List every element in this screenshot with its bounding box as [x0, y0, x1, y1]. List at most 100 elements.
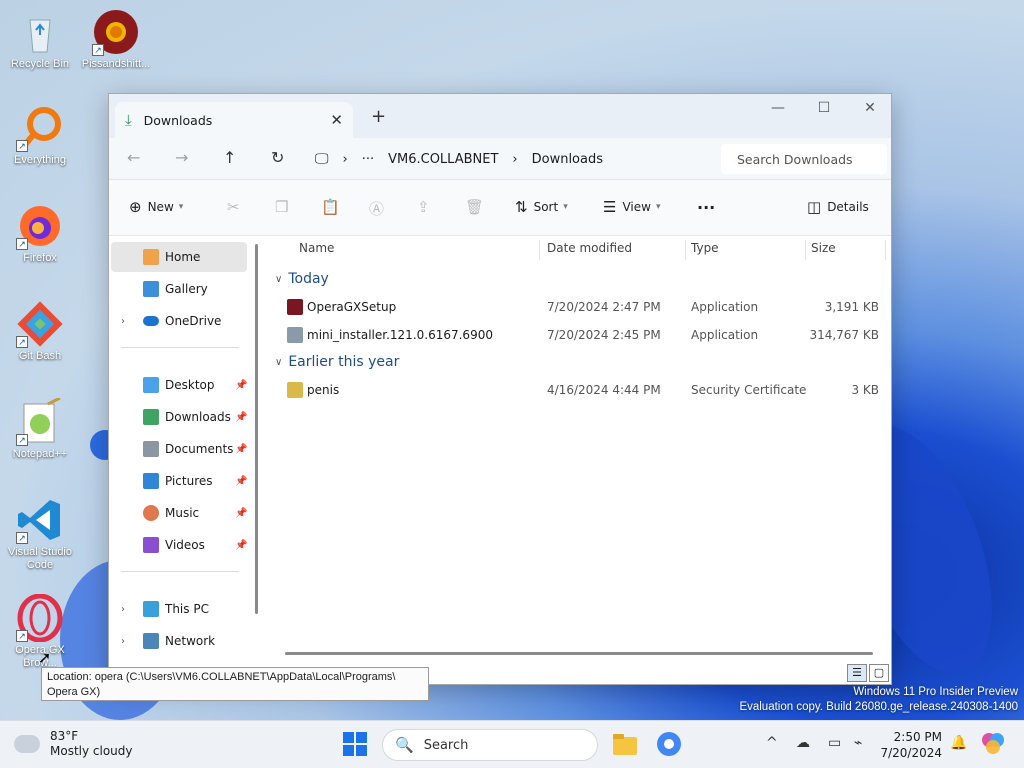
notepad-plus-plus-icon: ↗ [16, 396, 64, 446]
desktop-icon-chrome-shortcut[interactable]: ↗ Pissandshitt... [78, 8, 154, 71]
display-icon[interactable]: ▭ [828, 735, 841, 751]
desktop-icon-firefox[interactable]: ↗ Firefox [2, 202, 78, 265]
close-tab-icon[interactable]: ✕ [330, 111, 343, 129]
pin-icon[interactable]: 📌 [235, 540, 247, 551]
sidebar-item-label: Pictures [165, 474, 213, 488]
desktop-icon-git-bash[interactable]: ↗ Git Bash [2, 300, 78, 363]
file-size: 3 KB [851, 383, 879, 397]
cut-button[interactable]: ✂ [227, 198, 240, 216]
group-header-earlier-this-year[interactable]: ∨ Earlier this year [275, 354, 399, 370]
vscode-icon: ↗ [16, 496, 64, 544]
share-button[interactable]: ⇪ [417, 198, 430, 216]
column-header-date[interactable]: Date modified [547, 241, 632, 255]
taskbar-search[interactable]: 🔍 Search [382, 729, 598, 761]
file-date: 7/20/2024 2:47 PM [547, 300, 661, 314]
firefox-icon: ↗ [16, 202, 64, 250]
horizontal-scrollbar[interactable] [285, 652, 873, 655]
weather-condition: Mostly cloudy [50, 744, 133, 758]
show-hidden-icons-chevron-up-icon[interactable]: ^ [766, 735, 778, 751]
details-view-icon[interactable]: ☰ [847, 664, 867, 682]
column-divider[interactable] [885, 240, 886, 260]
column-divider[interactable] [539, 240, 540, 260]
minimize-button[interactable]: — [763, 100, 793, 116]
file-row[interactable]: penis 4/16/2024 4:44 PM Security Certifi… [267, 378, 887, 402]
address-bar[interactable]: 🖵 › ··· VM6.COLLABNET › Downloads [315, 144, 715, 174]
desktop-icon-vscode[interactable]: ↗ Visual Studio Code [2, 496, 78, 572]
desktop-icon-everything[interactable]: ↗ Everything [2, 104, 78, 167]
sidebar-item-label: Downloads [165, 410, 231, 424]
start-button[interactable] [342, 731, 370, 759]
sidebar-item-desktop[interactable]: Desktop 📌 [111, 370, 247, 400]
new-tab-button[interactable]: + [371, 106, 386, 127]
rename-button[interactable]: Ⓐ [369, 198, 384, 219]
forward-button[interactable]: → [175, 148, 188, 167]
sidebar-item-videos[interactable]: Videos 📌 [111, 530, 247, 560]
copy-button[interactable]: ❐ [275, 198, 288, 216]
pin-icon[interactable]: 📌 [235, 508, 247, 519]
chevron-right-icon[interactable]: › [121, 316, 125, 327]
new-button[interactable]: ⊕ New ▾ [129, 198, 183, 216]
group-header-today[interactable]: ∨ Today [275, 271, 329, 287]
pin-icon[interactable]: 📌 [235, 476, 247, 487]
taskbar-chrome[interactable] [656, 731, 684, 759]
sidebar-item-home[interactable]: Home [111, 242, 247, 272]
search-input[interactable]: Search Downloads [721, 144, 887, 174]
sidebar-item-this-pc[interactable]: › This PC [111, 594, 247, 624]
watermark-line: Evaluation copy. Build 26080.ge_release.… [739, 701, 1018, 713]
onedrive-sync-off-icon[interactable]: ☁ [796, 735, 810, 751]
pin-icon[interactable]: 📌 [235, 412, 247, 423]
maximize-button[interactable]: ☐ [809, 100, 839, 116]
chevron-right-icon: › [512, 151, 518, 167]
sort-button[interactable]: ⇅ Sort ▾ [515, 198, 568, 216]
view-button[interactable]: ☰ View ▾ [603, 198, 660, 216]
details-label: Details [827, 200, 869, 214]
file-row[interactable]: mini_installer.121.0.6167.6900 7/20/2024… [267, 323, 887, 347]
chevron-right-icon[interactable]: › [121, 636, 125, 647]
breadcrumb-vm6-collabnet[interactable]: VM6.COLLABNET [388, 152, 498, 167]
navigation-pane: Home Gallery › OneDrive Desktop 📌 Downlo… [109, 236, 265, 664]
pin-icon[interactable]: 📌 [235, 380, 247, 391]
desktop-icon-notepad-plus-plus[interactable]: ↗ Notepad++ [2, 396, 78, 461]
up-button[interactable]: ↑ [223, 148, 236, 167]
tab-title: Downloads [143, 112, 213, 128]
back-button[interactable]: ← [127, 148, 140, 167]
column-divider[interactable] [685, 240, 686, 260]
sidebar-item-network[interactable]: › Network [111, 626, 247, 656]
delete-button[interactable]: 🗑 [465, 198, 484, 216]
more-options-button[interactable]: ··· [697, 198, 715, 217]
sidebar-item-documents[interactable]: Documents 📌 [111, 434, 247, 464]
sidebar-item-gallery[interactable]: Gallery [111, 274, 247, 304]
recycle-bin-icon [16, 8, 64, 56]
desktop-icon-recycle-bin[interactable]: Recycle Bin [2, 8, 78, 71]
sidebar-scrollbar[interactable] [255, 244, 258, 614]
details-pane-button[interactable]: ◫ Details [807, 198, 869, 216]
sidebar-item-onedrive[interactable]: › OneDrive [111, 306, 247, 336]
network-status-icon[interactable]: ⌁ [854, 735, 862, 751]
tiles-view-icon[interactable]: ▢ [869, 664, 889, 682]
column-header-type[interactable]: Type [691, 241, 719, 255]
paste-button[interactable]: 📋 [321, 198, 340, 216]
sort-icon: ⇅ [515, 198, 528, 216]
chevron-right-icon[interactable]: › [121, 604, 125, 615]
notification-bell-icon[interactable]: 🔔 [950, 735, 967, 751]
column-divider[interactable] [805, 240, 806, 260]
system-clock[interactable]: 2:50 PM 7/20/2024 [876, 729, 942, 761]
weather-widget[interactable]: 83°F Mostly cloudy [14, 729, 133, 759]
sidebar-item-downloads[interactable]: Downloads 📌 [111, 402, 247, 432]
refresh-button[interactable]: ↻ [271, 148, 284, 167]
pin-icon[interactable]: 📌 [235, 444, 247, 455]
column-header-name[interactable]: Name [299, 241, 334, 255]
taskbar-file-explorer[interactable] [612, 731, 640, 759]
videos-icon [143, 537, 159, 553]
tab-downloads[interactable]: ⤓ Downloads ✕ [115, 102, 353, 138]
clock-time: 2:50 PM [893, 730, 942, 744]
close-window-button[interactable]: ✕ [855, 100, 885, 116]
column-header-size[interactable]: Size [811, 241, 836, 255]
copilot-icon[interactable] [980, 731, 1008, 759]
address-ellipsis[interactable]: ··· [362, 152, 374, 167]
sidebar-item-pictures[interactable]: Pictures 📌 [111, 466, 247, 496]
sidebar-item-music[interactable]: Music 📌 [111, 498, 247, 528]
file-row[interactable]: OperaGXSetup 7/20/2024 2:47 PM Applicati… [267, 295, 887, 319]
document-icon [143, 441, 159, 457]
breadcrumb-downloads[interactable]: Downloads [532, 152, 603, 167]
